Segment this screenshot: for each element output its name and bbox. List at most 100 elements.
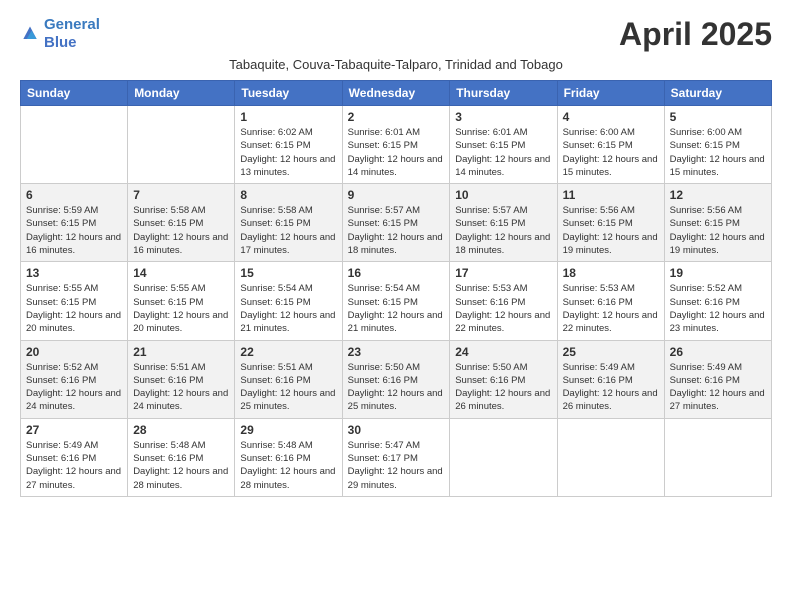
day-number: 28 [133, 423, 229, 437]
calendar-cell: 16 Sunrise: 5:54 AM Sunset: 6:15 PM Dayli… [342, 262, 450, 340]
calendar-cell [557, 418, 664, 496]
day-number: 19 [670, 266, 766, 280]
day-info: Sunrise: 5:51 AM Sunset: 6:16 PM Dayligh… [133, 361, 229, 414]
day-number: 5 [670, 110, 766, 124]
day-info: Sunrise: 5:57 AM Sunset: 6:15 PM Dayligh… [348, 204, 445, 257]
calendar-cell: 24 Sunrise: 5:50 AM Sunset: 6:16 PM Dayli… [450, 340, 557, 418]
day-info: Sunrise: 5:47 AM Sunset: 6:17 PM Dayligh… [348, 439, 445, 492]
day-info: Sunrise: 5:57 AM Sunset: 6:15 PM Dayligh… [455, 204, 551, 257]
calendar-cell: 28 Sunrise: 5:48 AM Sunset: 6:16 PM Dayli… [128, 418, 235, 496]
calendar-cell: 13 Sunrise: 5:55 AM Sunset: 6:15 PM Dayli… [21, 262, 128, 340]
calendar-cell: 7 Sunrise: 5:58 AM Sunset: 6:15 PM Daylig… [128, 184, 235, 262]
day-number: 21 [133, 345, 229, 359]
calendar-cell: 23 Sunrise: 5:50 AM Sunset: 6:16 PM Dayli… [342, 340, 450, 418]
day-number: 9 [348, 188, 445, 202]
col-header-sunday: Sunday [21, 81, 128, 106]
calendar-cell: 4 Sunrise: 6:00 AM Sunset: 6:15 PM Daylig… [557, 106, 664, 184]
day-number: 13 [26, 266, 122, 280]
day-info: Sunrise: 5:53 AM Sunset: 6:16 PM Dayligh… [455, 282, 551, 335]
day-number: 10 [455, 188, 551, 202]
calendar-cell: 20Sunrise: 5:52 AM Sunset: 6:16 PM Dayli… [21, 340, 128, 418]
logo-text-line2: Blue [44, 34, 100, 52]
calendar-cell: 18 Sunrise: 5:53 AM Sunset: 6:16 PM Dayli… [557, 262, 664, 340]
day-number: 1 [240, 110, 336, 124]
day-number: 2 [348, 110, 445, 124]
calendar-cell: 22 Sunrise: 5:51 AM Sunset: 6:16 PM Dayli… [235, 340, 342, 418]
day-info: Sunrise: 5:58 AM Sunset: 6:15 PM Dayligh… [240, 204, 336, 257]
day-info: Sunrise: 6:02 AM Sunset: 6:15 PM Dayligh… [240, 126, 336, 179]
day-info: Sunrise: 5:55 AM Sunset: 6:15 PM Dayligh… [26, 282, 122, 335]
day-number: 30 [348, 423, 445, 437]
calendar-cell: 27 Sunrise: 5:49 AM Sunset: 6:16 PM Dayli… [21, 418, 128, 496]
logo: General Blue [20, 16, 100, 52]
day-number: 22 [240, 345, 336, 359]
calendar-cell [664, 418, 771, 496]
col-header-saturday: Saturday [664, 81, 771, 106]
day-number: 7 [133, 188, 229, 202]
day-info: Sunrise: 5:52 AM Sunset: 6:16 PM Dayligh… [670, 282, 766, 335]
calendar-cell: 12 Sunrise: 5:56 AM Sunset: 6:15 PM Dayli… [664, 184, 771, 262]
calendar-cell: 11Sunrise: 5:56 AM Sunset: 6:15 PM Dayli… [557, 184, 664, 262]
day-info: Sunrise: 6:00 AM Sunset: 6:15 PM Dayligh… [670, 126, 766, 179]
calendar-cell: 5 Sunrise: 6:00 AM Sunset: 6:15 PM Daylig… [664, 106, 771, 184]
day-number: 23 [348, 345, 445, 359]
calendar-cell: 15 Sunrise: 5:54 AM Sunset: 6:15 PM Dayli… [235, 262, 342, 340]
subtitle: Tabaquite, Couva-Tabaquite-Talparo, Trin… [20, 57, 772, 72]
col-header-friday: Friday [557, 81, 664, 106]
day-info: Sunrise: 5:50 AM Sunset: 6:16 PM Dayligh… [455, 361, 551, 414]
calendar-cell: 3Sunrise: 6:01 AM Sunset: 6:15 PM Daylig… [450, 106, 557, 184]
day-info: Sunrise: 5:50 AM Sunset: 6:16 PM Dayligh… [348, 361, 445, 414]
day-number: 11 [563, 188, 659, 202]
day-number: 26 [670, 345, 766, 359]
calendar-cell: 10 Sunrise: 5:57 AM Sunset: 6:15 PM Dayli… [450, 184, 557, 262]
calendar-cell [128, 106, 235, 184]
day-info: Sunrise: 5:49 AM Sunset: 6:16 PM Dayligh… [563, 361, 659, 414]
day-info: Sunrise: 5:58 AM Sunset: 6:15 PM Dayligh… [133, 204, 229, 257]
day-info: Sunrise: 5:54 AM Sunset: 6:15 PM Dayligh… [348, 282, 445, 335]
col-header-tuesday: Tuesday [235, 81, 342, 106]
day-number: 18 [563, 266, 659, 280]
calendar-cell: 2 Sunrise: 6:01 AM Sunset: 6:15 PM Daylig… [342, 106, 450, 184]
col-header-monday: Monday [128, 81, 235, 106]
day-number: 17 [455, 266, 551, 280]
day-info: Sunrise: 5:48 AM Sunset: 6:16 PM Dayligh… [133, 439, 229, 492]
calendar-cell: 29Sunrise: 5:48 AM Sunset: 6:16 PM Dayli… [235, 418, 342, 496]
calendar-cell [450, 418, 557, 496]
calendar-cell: 1 Sunrise: 6:02 AM Sunset: 6:15 PM Daylig… [235, 106, 342, 184]
calendar-cell [21, 106, 128, 184]
day-info: Sunrise: 5:59 AM Sunset: 6:15 PM Dayligh… [26, 204, 122, 257]
day-info: Sunrise: 6:01 AM Sunset: 6:15 PM Dayligh… [348, 126, 445, 179]
day-info: Sunrise: 5:55 AM Sunset: 6:15 PM Dayligh… [133, 282, 229, 335]
day-info: Sunrise: 5:49 AM Sunset: 6:16 PM Dayligh… [26, 439, 122, 492]
calendar-cell: 21 Sunrise: 5:51 AM Sunset: 6:16 PM Dayli… [128, 340, 235, 418]
day-number: 4 [563, 110, 659, 124]
calendar-cell: 8 Sunrise: 5:58 AM Sunset: 6:15 PM Daylig… [235, 184, 342, 262]
calendar-cell: 26 Sunrise: 5:49 AM Sunset: 6:16 PM Dayli… [664, 340, 771, 418]
logo-text-line1: General [44, 16, 100, 34]
day-number: 29 [240, 423, 336, 437]
day-info: Sunrise: 6:00 AM Sunset: 6:15 PM Dayligh… [563, 126, 659, 179]
calendar-cell: 25 Sunrise: 5:49 AM Sunset: 6:16 PM Dayli… [557, 340, 664, 418]
day-number: 27 [26, 423, 122, 437]
calendar-cell: 9 Sunrise: 5:57 AM Sunset: 6:15 PM Daylig… [342, 184, 450, 262]
day-info: Sunrise: 5:52 AM Sunset: 6:16 PM Dayligh… [26, 361, 122, 414]
day-info: Sunrise: 5:53 AM Sunset: 6:16 PM Dayligh… [563, 282, 659, 335]
col-header-thursday: Thursday [450, 81, 557, 106]
day-info: Sunrise: 6:01 AM Sunset: 6:15 PM Dayligh… [455, 126, 551, 179]
calendar-table: SundayMondayTuesdayWednesdayThursdayFrid… [20, 80, 772, 497]
calendar-cell: 19 Sunrise: 5:52 AM Sunset: 6:16 PM Dayli… [664, 262, 771, 340]
day-number: 6 [26, 188, 122, 202]
day-number: 24 [455, 345, 551, 359]
day-info: Sunrise: 5:54 AM Sunset: 6:15 PM Dayligh… [240, 282, 336, 335]
day-info: Sunrise: 5:51 AM Sunset: 6:16 PM Dayligh… [240, 361, 336, 414]
day-number: 12 [670, 188, 766, 202]
day-number: 16 [348, 266, 445, 280]
day-info: Sunrise: 5:56 AM Sunset: 6:15 PM Dayligh… [670, 204, 766, 257]
day-number: 15 [240, 266, 336, 280]
calendar-cell: 30 Sunrise: 5:47 AM Sunset: 6:17 PM Dayli… [342, 418, 450, 496]
day-number: 8 [240, 188, 336, 202]
calendar-cell: 17 Sunrise: 5:53 AM Sunset: 6:16 PM Dayli… [450, 262, 557, 340]
day-number: 25 [563, 345, 659, 359]
col-header-wednesday: Wednesday [342, 81, 450, 106]
day-info: Sunrise: 5:49 AM Sunset: 6:16 PM Dayligh… [670, 361, 766, 414]
